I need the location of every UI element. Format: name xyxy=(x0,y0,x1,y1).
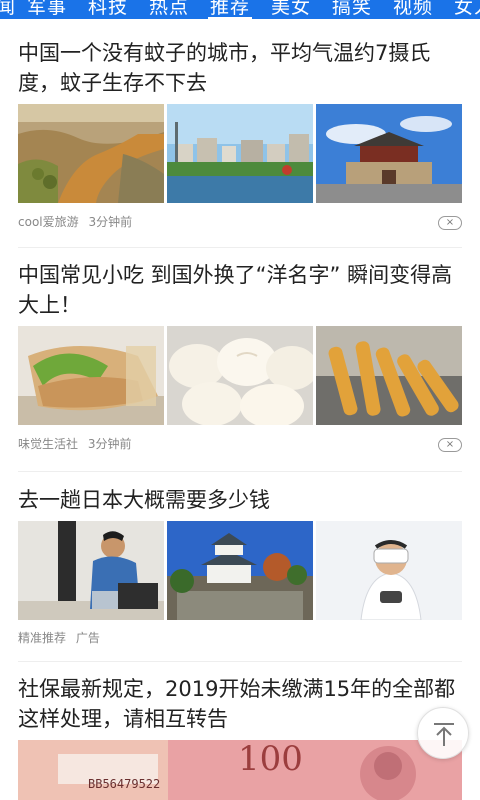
dismiss-button[interactable]: × xyxy=(438,438,462,452)
banknote-serial: BB56479522 xyxy=(88,777,160,791)
ad-source: 精准推荐 xyxy=(18,631,67,645)
tab-label: 推荐 xyxy=(210,0,251,18)
article-time: 3分钟前 xyxy=(87,437,132,451)
article-thumbnails: BB56479522 100 xyxy=(18,740,462,800)
tab-label: 科技 xyxy=(88,0,129,18)
thumbnail-canyon-river xyxy=(18,104,164,203)
arrow-up-icon xyxy=(434,723,454,746)
news-feed: 中国一个没有蚊子的城市，平均气温约7摄氏度，蚊子生存不下去 cool爱旅游 3分… xyxy=(0,19,480,800)
article-time: 3分钟前 xyxy=(88,215,133,229)
tab-news[interactable]: 闻 xyxy=(0,0,22,19)
thumbnail-city-lake xyxy=(167,104,313,203)
article-thumbnails xyxy=(18,521,462,620)
tab-funny[interactable]: 搞笑 xyxy=(326,0,378,19)
thumbnail-man-phone xyxy=(18,521,164,620)
tab-label: 美女 xyxy=(271,0,312,18)
back-to-top-button[interactable] xyxy=(417,707,469,759)
news-item[interactable]: 社保最新规定，2019开始未缴满15年的全部都这样处理，请相互转告 BB5647… xyxy=(18,674,462,800)
divider xyxy=(18,661,462,662)
thumbnail-wrap-food xyxy=(18,326,164,425)
news-item[interactable]: 中国常见小吃 到国外换了“洋名字” 瞬间变得高大上！ 味觉生活社 3分钟前 × xyxy=(18,260,462,456)
tab-recommend[interactable]: 推荐 xyxy=(204,0,256,19)
article-title: 社保最新规定，2019开始未缴满15年的全部都这样处理，请相互转告 xyxy=(18,677,456,731)
news-item[interactable]: 中国一个没有蚊子的城市，平均气温约7摄氏度，蚊子生存不下去 cool爱旅游 3分… xyxy=(18,38,462,234)
tab-hot[interactable]: 热点 xyxy=(143,0,195,19)
thumbnail-vr-headset xyxy=(316,521,462,620)
article-thumbnails xyxy=(18,326,462,425)
tab-tech[interactable]: 科技 xyxy=(82,0,134,19)
article-source: cool爱旅游 xyxy=(18,215,79,229)
tab-women[interactable]: 女人 xyxy=(448,0,480,19)
tab-label: 女人 xyxy=(454,0,480,18)
tab-label: 热点 xyxy=(149,0,190,18)
tab-label: 搞笑 xyxy=(332,0,373,18)
tab-label: 军事 xyxy=(27,0,68,18)
article-thumbnails xyxy=(18,104,462,203)
article-title: 中国常见小吃 到国外换了“洋名字” 瞬间变得高大上！ xyxy=(18,263,453,317)
thumbnail-fried-dough xyxy=(316,326,462,425)
ad-item[interactable]: 去一趟日本大概需要多少钱 精准推荐 广告 xyxy=(18,485,462,655)
banknote-value: 100 xyxy=(238,740,303,779)
dismiss-button[interactable]: × xyxy=(438,216,462,230)
tab-label: 闻 xyxy=(0,0,17,18)
divider xyxy=(18,471,462,472)
article-title: 中国一个没有蚊子的城市，平均气温约7摄氏度，蚊子生存不下去 xyxy=(18,41,431,95)
thumbnail-steamed-buns xyxy=(167,326,313,425)
tab-video[interactable]: 视频 xyxy=(387,0,439,19)
thumbnail-japan-castle xyxy=(167,521,313,620)
article-title: 去一趟日本大概需要多少钱 xyxy=(18,488,270,512)
article-meta: 精准推荐 广告 xyxy=(18,629,106,646)
thumbnail-banknotes: BB56479522 100 xyxy=(18,740,462,800)
tab-beauty[interactable]: 美女 xyxy=(265,0,317,19)
article-source: 味觉生活社 xyxy=(18,437,79,451)
article-meta: 味觉生活社 3分钟前 xyxy=(18,435,137,452)
tab-label: 视频 xyxy=(393,0,434,18)
ad-tag: 广告 xyxy=(75,631,100,645)
thumbnail-drum-tower xyxy=(316,104,462,203)
category-tab-bar: 闻 军事 科技 热点 推荐 美女 搞笑 视频 女人 xyxy=(0,0,480,19)
tab-military[interactable]: 军事 xyxy=(21,0,73,19)
divider xyxy=(18,247,462,248)
article-meta: cool爱旅游 3分钟前 xyxy=(18,213,138,230)
